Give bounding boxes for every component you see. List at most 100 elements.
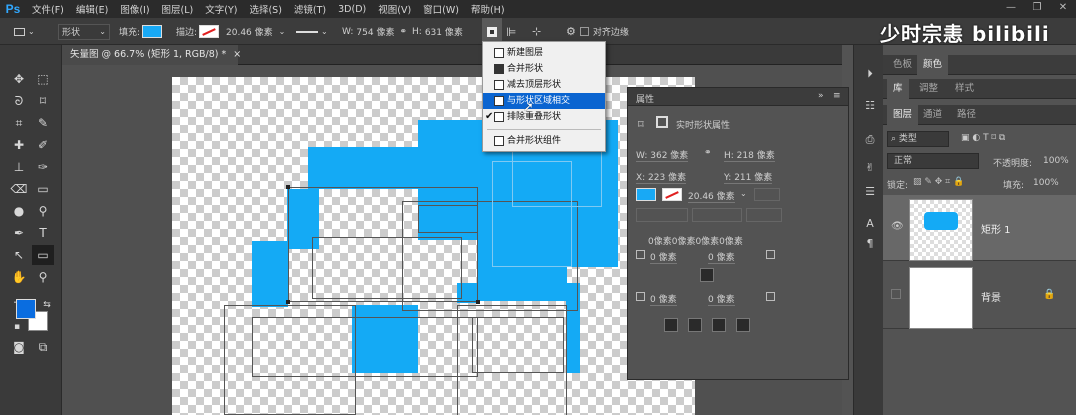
screen-mode-icon[interactable]: ⧉: [32, 337, 54, 357]
layer-row[interactable]: 背景 🔒: [883, 263, 1076, 329]
corner-bl-field[interactable]: 0 像素: [650, 292, 677, 306]
quick-select-tool-icon[interactable]: ⌑: [32, 91, 54, 111]
rectangle-tool-icon[interactable]: ▭: [32, 245, 54, 265]
stroke-align-select[interactable]: [636, 208, 688, 222]
prop-height-field[interactable]: H: 218 像素: [724, 148, 775, 162]
menu-item-new-layer[interactable]: 新建图层: [483, 45, 605, 61]
width-field[interactable]: 754 像素: [356, 25, 394, 38]
link-corners-button[interactable]: [700, 268, 714, 282]
visibility-toggle[interactable]: [891, 289, 901, 299]
adjustments-panel-icon[interactable]: ☰: [862, 185, 878, 201]
chevron-down-icon[interactable]: ⌄: [740, 189, 747, 198]
path-anchor-point[interactable]: [286, 300, 290, 304]
tab-color[interactable]: 颜色: [917, 55, 949, 75]
menu-window[interactable]: 窗口(W): [417, 2, 465, 16]
menu-image[interactable]: 图像(I): [114, 2, 155, 16]
menu-file[interactable]: 文件(F): [26, 2, 70, 16]
default-colors-icon[interactable]: ▪: [6, 317, 28, 337]
tab-swatches[interactable]: 色板: [887, 55, 918, 75]
corner-br-field[interactable]: 0 像素: [708, 292, 735, 306]
fill-swatch[interactable]: [142, 25, 163, 38]
layer-name[interactable]: 背景: [981, 289, 1001, 304]
menu-view[interactable]: 视图(V): [372, 2, 417, 16]
layer-name[interactable]: 矩形 1: [981, 221, 1011, 236]
minimize-icon[interactable]: —: [998, 0, 1024, 18]
stroke-cap-select[interactable]: [692, 208, 742, 222]
eyedropper-tool-icon[interactable]: ✎: [32, 113, 54, 133]
brush-tool-icon[interactable]: ✐: [32, 135, 54, 155]
stroke-width-value[interactable]: 20.46 像素: [226, 25, 273, 38]
tab-styles[interactable]: 样式: [949, 79, 980, 99]
opacity-value[interactable]: 100%: [1043, 156, 1069, 166]
prop-stroke-type-select[interactable]: [754, 188, 780, 201]
character-panel-icon[interactable]: A: [862, 217, 878, 233]
stroke-type-select[interactable]: ⌄: [296, 18, 328, 45]
layer-row[interactable]: 👁 矩形 1: [883, 195, 1076, 261]
prop-x-field[interactable]: X: 223 像素: [636, 170, 687, 184]
align-edges-checkbox[interactable]: [579, 27, 589, 36]
link-icon[interactable]: ⚭: [399, 27, 407, 37]
close-window-icon[interactable]: ✕: [1050, 0, 1076, 18]
intersect-shape-button[interactable]: [712, 318, 726, 332]
tool-preset-picker[interactable]: ⌄: [14, 18, 35, 45]
path-anchor-point[interactable]: [476, 300, 480, 304]
lock-icons[interactable]: ▨ ✎ ✥ ⌗ 🔒: [913, 177, 964, 187]
healing-brush-icon[interactable]: ✚: [8, 135, 30, 155]
menu-layer[interactable]: 图层(L): [156, 2, 200, 16]
path-anchor-point[interactable]: [286, 185, 290, 189]
tab-adjustments[interactable]: 调整: [913, 79, 944, 99]
exclude-shape-button[interactable]: [736, 318, 750, 332]
fill-value[interactable]: 100%: [1033, 178, 1059, 188]
stroke-swatch[interactable]: [199, 25, 220, 38]
gradient-tool-icon[interactable]: ▭: [32, 179, 54, 199]
subtract-shape-button[interactable]: [688, 318, 702, 332]
prop-stroke-width[interactable]: 20.46 像素: [688, 189, 735, 203]
pen-tool-icon[interactable]: ✒: [8, 223, 30, 243]
height-field[interactable]: 631 像素: [425, 25, 463, 38]
type-tool-icon[interactable]: T: [32, 223, 54, 243]
lasso-tool-icon[interactable]: ᘐ: [8, 91, 30, 111]
link-icon[interactable]: ⚭: [704, 148, 712, 158]
eraser-tool-icon[interactable]: ⌫: [8, 179, 30, 199]
layer-filter-select[interactable]: ⌕ 类型: [887, 131, 949, 147]
corner-tr-field[interactable]: 0 像素: [708, 250, 735, 264]
actions-panel-icon[interactable]: ⎙: [862, 133, 878, 149]
corner-tl-field[interactable]: 0 像素: [650, 250, 677, 264]
tab-channels[interactable]: 通道: [917, 105, 948, 125]
panel-menu-icon[interactable]: ≡: [833, 91, 841, 101]
menu-help[interactable]: 帮助(H): [465, 2, 511, 16]
move-tool-icon[interactable]: ✥: [8, 69, 30, 89]
stroke-corner-select[interactable]: [746, 208, 782, 222]
menu-select[interactable]: 选择(S): [243, 2, 287, 16]
tab-layers[interactable]: 图层: [887, 105, 919, 125]
eye-icon[interactable]: 👁: [891, 221, 904, 232]
menu-edit[interactable]: 编辑(E): [70, 2, 114, 16]
menu-item-exclude-overlapping-shapes[interactable]: ✔ 排除重叠形状: [483, 109, 605, 125]
restore-icon[interactable]: ❐: [1024, 0, 1050, 18]
blur-tool-icon[interactable]: ●: [8, 201, 30, 221]
blend-mode-select[interactable]: 正常: [887, 153, 979, 169]
mask-properties-icon[interactable]: [656, 116, 668, 128]
document-canvas[interactable]: [172, 77, 695, 415]
panel-collapse-icon[interactable]: »: [818, 91, 824, 101]
clone-stamp-icon[interactable]: ⊥: [8, 157, 30, 177]
close-tab-icon[interactable]: ×: [233, 49, 241, 60]
chevron-down-icon[interactable]: ⌄: [279, 27, 286, 36]
prop-width-field[interactable]: W: 362 像素: [636, 148, 689, 162]
marquee-tool-icon[interactable]: ⬚: [32, 69, 54, 89]
brush-panel-icon[interactable]: ✌: [862, 161, 878, 177]
foreground-color-swatch[interactable]: [16, 299, 36, 319]
menu-type[interactable]: 文字(Y): [199, 2, 243, 16]
combine-shapes-button[interactable]: [664, 318, 678, 332]
tool-mode-select[interactable]: 形状 ⌄: [58, 23, 110, 40]
menu-item-merge-shape-components[interactable]: 合并形状组件: [483, 133, 605, 149]
menu-item-combine-shapes[interactable]: 合并形状: [483, 61, 605, 77]
properties-panel-icon[interactable]: ☷: [862, 99, 878, 115]
layer-filter-icons[interactable]: ▣ ◐ T ⌑ ⧉: [961, 133, 1005, 143]
gear-icon[interactable]: ⚙: [566, 25, 576, 38]
dodge-tool-icon[interactable]: ⚲: [32, 201, 54, 221]
menu-item-intersect-shape-areas[interactable]: 与形状区域相交: [483, 93, 605, 109]
path-select-tool-icon[interactable]: ↖: [8, 245, 30, 265]
menu-filter[interactable]: 滤镜(T): [288, 2, 332, 16]
prop-stroke-swatch[interactable]: [662, 188, 682, 201]
